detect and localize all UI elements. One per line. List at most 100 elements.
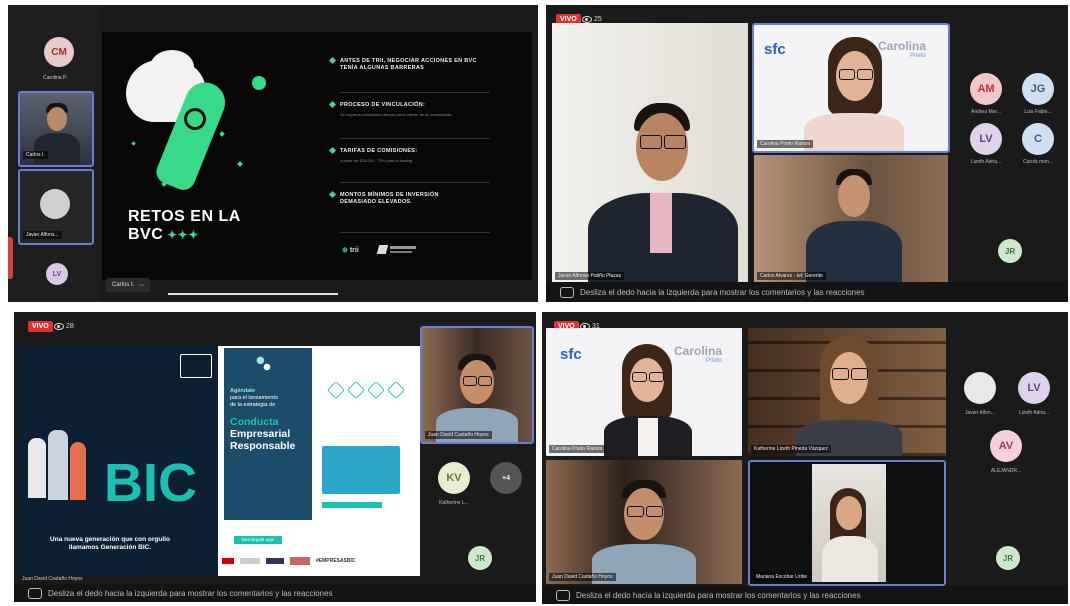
- bullet-icon: [328, 100, 337, 109]
- glasses: [632, 372, 647, 382]
- participant-name: Carolina P.: [42, 75, 68, 81]
- glasses: [839, 69, 855, 80]
- person-head: [836, 496, 862, 530]
- sfc-logo: sfc: [764, 41, 786, 58]
- participant-avatar-av[interactable]: AV: [990, 430, 1022, 462]
- panel-meeting-2: VIVO 25 Javier Alfonso Patiño Plazas sfc…: [546, 5, 1068, 302]
- comments-bar[interactable]: Desliza el dedo hacia la izquierda para …: [14, 584, 536, 602]
- video-tile-katherine[interactable]: Katherine Lizeth Pineda Vázquez: [748, 328, 946, 456]
- participant-name: Andrea Mar...: [970, 109, 1001, 115]
- glasses: [627, 506, 644, 517]
- person-body: [34, 133, 80, 165]
- video-tile-juan-david[interactable]: Juan David Castaño Hoyos: [420, 326, 534, 444]
- participant-avatar-kv[interactable]: KV: [438, 462, 470, 494]
- participant-avatar-javier[interactable]: [964, 372, 996, 404]
- glasses: [640, 135, 662, 149]
- panel-meeting-1: CM Carolina P. Carlos I. Javier Alfons..…: [8, 5, 538, 302]
- org-logo: [180, 354, 212, 378]
- person-head: [47, 107, 67, 131]
- bic-caption: Una nueva generación que con orgullo lla…: [50, 536, 170, 551]
- bullet-icon: [328, 190, 337, 199]
- participant-avatar-jg[interactable]: JG: [1022, 73, 1054, 105]
- viewer-count: 28: [54, 323, 74, 330]
- participant-avatar-jr[interactable]: JR: [468, 546, 492, 570]
- glasses: [463, 376, 477, 386]
- video-tile-javier[interactable]: Javier Alfonso Patiño Plazas: [552, 23, 748, 283]
- participant-name: Javier Alfon...: [964, 410, 995, 416]
- comments-bar[interactable]: Desliza el dedo hacia la izquierda para …: [546, 282, 1068, 302]
- info-box: [322, 446, 400, 494]
- agenda-card: Agéndate para el lanzamiento de la estra…: [224, 348, 312, 544]
- tile-name: Katherine Lizeth Pineda Vázquez: [751, 445, 831, 453]
- brand-name: Carolina: [878, 39, 927, 53]
- more-icon: ⋯: [138, 282, 145, 289]
- tile-name: Carolina Prieto Ramos: [757, 140, 814, 148]
- tile-name: Carlos I.: [23, 151, 48, 159]
- eye-icon: [54, 323, 64, 330]
- panel-meeting-3: VIVO 28 BIC Una nueva generación que con…: [14, 312, 536, 602]
- hex-icons: [326, 380, 408, 400]
- participants-strip: CM Carolina P. Carlos I. Javier Alfons..…: [8, 5, 100, 302]
- bullet-icon: [328, 56, 337, 65]
- participant-avatar-jr[interactable]: JR: [998, 239, 1022, 263]
- tile-name: Carlos Alvarez - tel: Gerente: [757, 272, 826, 280]
- participant-avatar-c[interactable]: C: [1022, 123, 1054, 155]
- slide-left: BIC Una nueva generación que con orgullo…: [18, 346, 218, 576]
- participant-avatar-lv[interactable]: LV: [46, 263, 68, 285]
- viewer-count: 25: [582, 16, 602, 23]
- participant-name: ALEJANDR...: [990, 468, 1022, 474]
- participant-tile-javier[interactable]: Javier Alfons...: [18, 169, 94, 245]
- shared-slide: RETOS EN LA BVC ✦✦✦ ANTES DE TRII, NEGOC…: [102, 32, 532, 280]
- bic-text: BIC: [104, 453, 197, 513]
- brand-name: Carolina: [674, 344, 723, 358]
- bullet-icon: [328, 146, 337, 155]
- video-tile-juan-david[interactable]: Juan David Castaño Hoyos: [546, 460, 742, 584]
- participant-name: Luis Fabio...: [1024, 109, 1052, 115]
- agenda-heading: Conducta Empresarial Responsable: [230, 416, 296, 452]
- participant-tile-carlos[interactable]: Carlos I.: [18, 91, 94, 167]
- more-participants[interactable]: +4: [490, 462, 522, 494]
- tile-name: Javier Alfonso Patiño Plazas: [555, 272, 625, 280]
- chat-bubble-icon: [560, 286, 574, 298]
- tile-name: Juan David Castaño Hoyos: [425, 431, 492, 439]
- tile-name: Carolina Prieto Ramos: [549, 445, 606, 453]
- bullet-2-title: PROCESO DE VINCULACIÓN:: [340, 102, 426, 108]
- bullet-3-title: TARIFAS DE COMISIONES:: [340, 148, 418, 154]
- footer-logos: #EMPRESASBIC: [222, 554, 412, 568]
- participant-avatar-am[interactable]: AM: [970, 73, 1002, 105]
- live-badge: VIVO: [28, 321, 53, 332]
- video-tile-carlos[interactable]: Carlos Alvarez - tel: Gerente: [754, 155, 948, 283]
- footer-tag: #EMPRESASBIC: [316, 558, 356, 564]
- chat-bubble-icon: [556, 589, 570, 601]
- video-tile-carolina[interactable]: sfc Carolina Prieto Carolina Prieto Ramo…: [752, 23, 950, 153]
- glasses: [832, 368, 849, 380]
- tile-name: Mariana Escobar Uribe: [753, 573, 811, 581]
- video-tile-carolina[interactable]: sfc Carolina Prieto Carolina Prieto Ramo…: [546, 328, 742, 456]
- partner-logo: [376, 244, 418, 255]
- agenda-line: de la estrategia de: [230, 402, 276, 408]
- illustration-people: [28, 430, 88, 504]
- chat-bubble-icon: [28, 587, 42, 599]
- participant-avatar-lv[interactable]: LV: [1018, 372, 1050, 404]
- person-body: [822, 536, 878, 582]
- participant-avatar-jr[interactable]: JR: [996, 546, 1020, 570]
- moon-icon: [252, 76, 266, 90]
- slide-right: Agéndate para el lanzamiento de la estra…: [218, 346, 420, 576]
- presenter-chip[interactable]: Carlos I. ⋯: [106, 278, 151, 292]
- participant-name: Lizeth Adria...: [1018, 410, 1050, 416]
- video-tile-mariana[interactable]: Mariana Escobar Uribe: [748, 460, 946, 586]
- bullet-2-sub: Se requería vinculación directa como cli…: [340, 112, 452, 117]
- network-icon: [256, 356, 278, 378]
- download-button[interactable]: Descárgala aquí: [234, 536, 282, 544]
- panel-meeting-4: VIVO 31 sfc Carolina Prieto Carolina Pri…: [542, 312, 1068, 604]
- person-body: [804, 113, 904, 151]
- trii-logo: ⊕ trii: [342, 247, 359, 254]
- bullet-4-title: MONTOS MÍNIMOS DE INVERSIÓN DEMASIADO EL…: [340, 192, 439, 205]
- comments-bar[interactable]: Desliza el dedo hacia la izquierda para …: [542, 586, 1068, 604]
- presenter-name: Juan David Castaño Hoyos: [22, 576, 83, 582]
- participant-avatar-lv[interactable]: LV: [970, 123, 1002, 155]
- sfc-logo: sfc: [560, 346, 582, 363]
- agenda-line: para el lanzamiento: [230, 395, 279, 401]
- participant-avatar-cm[interactable]: CM: [44, 37, 74, 67]
- tile-name: Javier Alfons...: [23, 231, 62, 239]
